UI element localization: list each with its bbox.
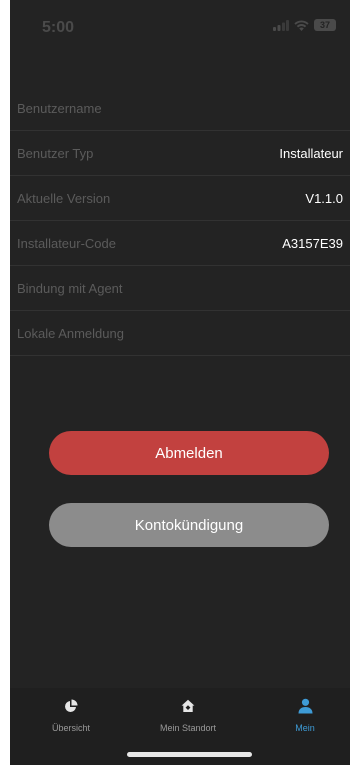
signal-icon	[273, 19, 289, 31]
info-row-agent-binding[interactable]: Bindung mit Agent	[10, 266, 350, 311]
username-label: Benutzername	[17, 101, 102, 116]
battery-icon: 37	[314, 19, 336, 31]
info-row-user-type[interactable]: Benutzer Typ Installateur	[10, 131, 350, 176]
logout-button[interactable]: Abmelden	[49, 431, 329, 475]
status-bar: 5:00 37	[10, 0, 350, 50]
status-time: 5:00	[42, 19, 75, 36]
version-value: V1.1.0	[305, 190, 343, 206]
info-row-version[interactable]: Aktuelle Version V1.1.0	[10, 176, 350, 221]
tab-my-location[interactable]: Mein Standort	[138, 696, 238, 733]
tab-mine[interactable]: Mein	[255, 696, 350, 733]
user-type-value: Installateur	[279, 145, 343, 161]
tab-my-location-label: Mein Standort	[159, 723, 217, 733]
info-row-installer-code[interactable]: Installateur-Code A3157E39	[10, 221, 350, 266]
cancel-account-button[interactable]: Kontokündigung	[49, 503, 329, 547]
status-icons: 37	[273, 19, 336, 31]
wifi-icon	[294, 19, 309, 31]
user-type-label: Benutzer Typ	[17, 145, 94, 161]
info-row-local-login[interactable]: Lokale Anmeldung	[10, 311, 350, 356]
local-login-label: Lokale Anmeldung	[17, 325, 124, 341]
pie-chart-icon	[64, 696, 78, 716]
home-icon	[181, 696, 195, 716]
account-info-list: Benutzername Benutzer Typ Installateur A…	[10, 87, 350, 356]
person-icon	[298, 696, 313, 716]
app-screen: 5:00 37 Benutzername Benutzer Typ Instal…	[10, 0, 350, 765]
info-row-username[interactable]: Benutzername	[10, 87, 350, 131]
tab-overview-label: Übersicht	[51, 723, 90, 733]
version-label: Aktuelle Version	[17, 190, 111, 206]
tab-overview[interactable]: Übersicht	[21, 696, 121, 733]
tab-mine-label: Mein	[295, 723, 315, 733]
home-indicator[interactable]	[127, 752, 252, 757]
agent-binding-label: Bindung mit Agent	[17, 280, 123, 296]
installer-code-label: Installateur-Code	[17, 235, 116, 251]
installer-code-value: A3157E39	[282, 235, 343, 251]
